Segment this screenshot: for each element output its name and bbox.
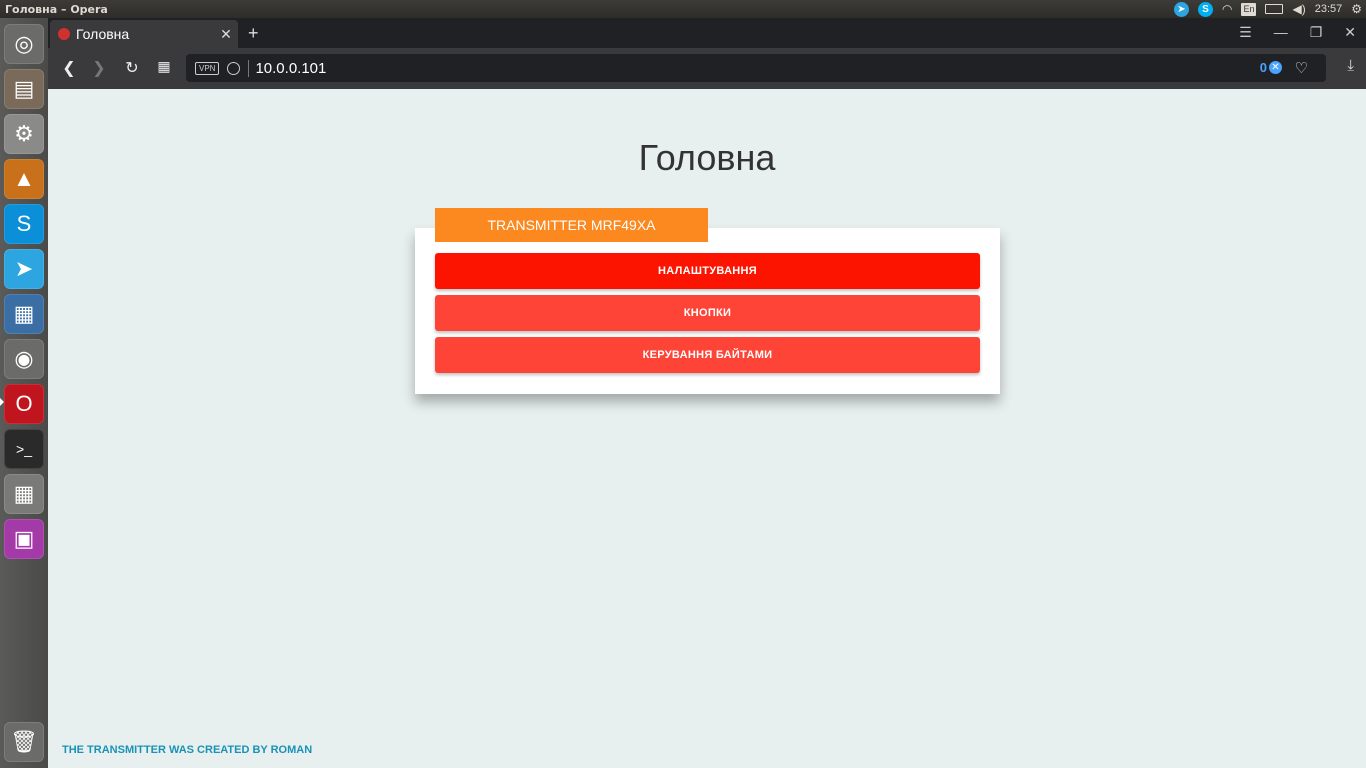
- page-title: Головна: [638, 137, 776, 178]
- active-app-indicator: [0, 398, 4, 406]
- skype-tray-icon[interactable]: S: [1197, 1, 1213, 17]
- card-tag: TRANSMITTER MRF49XA: [435, 208, 708, 242]
- app-launcher: ◎ ▤ ⚙ ▲ S ➤ ▦ ◉ O >_ ▦ ▣ 🗑: [0, 18, 49, 768]
- trash-icon[interactable]: 🗑: [4, 722, 44, 762]
- skype-icon[interactable]: S: [4, 204, 44, 244]
- address-bar[interactable]: VPN 10.0.0.101 0 ✕ ♡: [186, 54, 1326, 82]
- new-tab-icon[interactable]: +: [248, 23, 259, 44]
- adblock-icon: ✕: [1269, 61, 1282, 74]
- ubuntu-dash-icon[interactable]: ◎: [4, 24, 44, 64]
- window-title: Головна – Opera: [5, 2, 108, 16]
- restore-icon[interactable]: ❐: [1310, 24, 1323, 41]
- download-icon[interactable]: ⤓: [1347, 57, 1354, 74]
- speed-dial-icon[interactable]: ▦: [153, 58, 175, 75]
- system-settings-icon[interactable]: ⚙: [4, 114, 44, 154]
- clock[interactable]: 23:57: [1315, 3, 1343, 15]
- telegram-tray-icon[interactable]: ➤: [1173, 1, 1189, 17]
- terminal-icon[interactable]: >_: [4, 429, 44, 469]
- close-tab-icon[interactable]: ✕: [214, 26, 238, 43]
- battery-icon[interactable]: [1265, 4, 1284, 14]
- buttons-button[interactable]: КНОПКИ: [435, 295, 980, 331]
- files-icon[interactable]: ▤: [4, 69, 44, 109]
- volume-icon[interactable]: ◀): [1292, 2, 1305, 16]
- system-top-panel: Головна – Opera ➤ S ◠ En ◀) 23:57 ⚙: [0, 0, 1366, 18]
- telegram-icon[interactable]: ➤: [4, 249, 44, 289]
- byte-control-button[interactable]: КЕРУВАННЯ БАЙТАМИ: [435, 337, 980, 373]
- writer-icon[interactable]: ▦: [4, 294, 44, 334]
- reload-icon[interactable]: ↻: [121, 58, 143, 78]
- bookmark-heart-icon[interactable]: ♡: [1295, 59, 1308, 77]
- wifi-icon[interactable]: ◠: [1222, 2, 1232, 16]
- adblock-count: 0: [1259, 60, 1267, 75]
- calculator-icon[interactable]: ▦: [4, 474, 44, 514]
- opera-favicon-icon: [58, 28, 70, 40]
- opera-icon[interactable]: O: [4, 384, 44, 424]
- tab-label: Головна: [76, 26, 130, 42]
- remote-desktop-icon[interactable]: ▣: [4, 519, 44, 559]
- minimize-icon[interactable]: —: [1274, 24, 1288, 41]
- footer-credit: THE TRANSMITTER WAS CREATED BY ROMAN: [62, 744, 313, 756]
- forward-icon[interactable]: ❯: [88, 58, 110, 78]
- url-text[interactable]: 10.0.0.101: [248, 59, 326, 77]
- system-tray: ➤ S ◠ En ◀) 23:57 ⚙: [1173, 0, 1362, 18]
- chrome-icon[interactable]: ◉: [4, 339, 44, 379]
- globe-icon[interactable]: [227, 61, 241, 75]
- adblock-indicator[interactable]: 0 ✕: [1260, 60, 1282, 75]
- settings-button[interactable]: НАЛАШТУВАННЯ: [435, 253, 980, 289]
- window-controls: ☰ — ❐ ✕: [1239, 24, 1356, 41]
- keyboard-layout-indicator[interactable]: En: [1241, 2, 1257, 16]
- vpn-badge[interactable]: VPN: [195, 61, 220, 75]
- gear-icon[interactable]: ⚙: [1351, 2, 1362, 16]
- tab-home[interactable]: Головна ✕: [50, 20, 238, 48]
- browser-tab-bar: Головна ✕ + ☰ — ❐ ✕: [48, 18, 1366, 48]
- close-window-icon[interactable]: ✕: [1344, 24, 1356, 41]
- back-icon[interactable]: ❮: [58, 58, 80, 78]
- vlc-icon[interactable]: ▲: [4, 159, 44, 199]
- browser-toolbar: ❮ ❯ ↻ ▦ VPN 10.0.0.101 0 ✕ ♡ ⤓: [48, 48, 1366, 89]
- tab-menu-icon[interactable]: ☰: [1239, 24, 1252, 41]
- web-page: Головна TRANSMITTER MRF49XA НАЛАШТУВАННЯ…: [48, 89, 1366, 768]
